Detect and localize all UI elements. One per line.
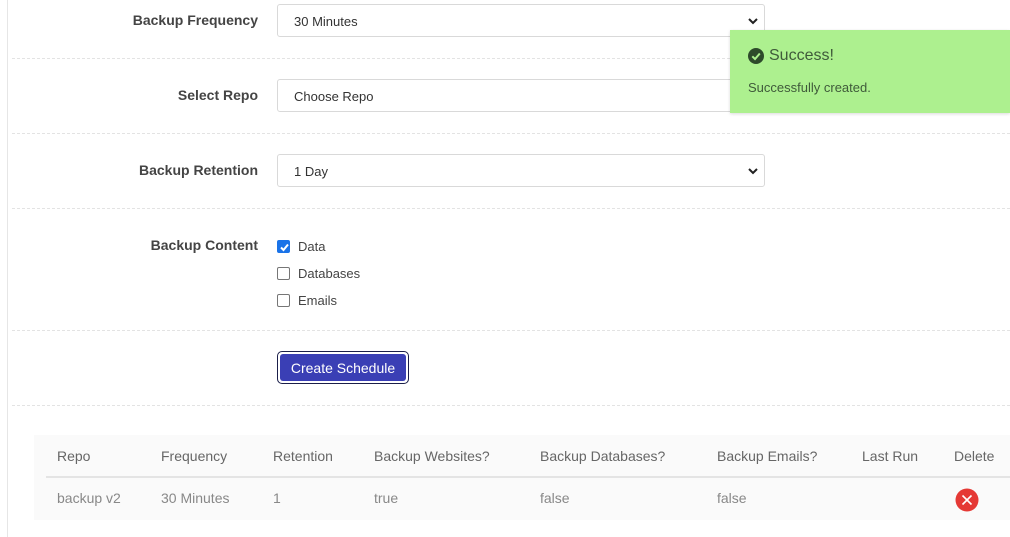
check-circle-icon (748, 48, 764, 64)
left-border (7, 0, 8, 537)
header-backup-websites: Backup Websites? (374, 448, 490, 464)
checkbox-emails[interactable]: Emails (277, 291, 337, 309)
header-backup-databases: Backup Databases? (540, 448, 666, 464)
chevron-down-icon (748, 18, 758, 25)
frequency-label: Backup Frequency (132, 12, 258, 28)
content-row: Backup Content Data Databases Emails (12, 209, 1010, 331)
retention-row: Backup Retention 1 Day (12, 134, 1010, 209)
header-repo: Repo (57, 448, 91, 464)
header-retention: Retention (273, 448, 333, 464)
cell-frequency: 30 Minutes (161, 490, 230, 506)
header-delete: Delete (954, 448, 995, 464)
checkbox-data[interactable]: Data (277, 237, 325, 255)
toast-title-text: Success! (769, 47, 834, 64)
checkbox-checked-icon[interactable] (277, 239, 290, 253)
header-frequency: Frequency (161, 448, 228, 464)
table-divider (46, 476, 1010, 478)
chevron-down-icon (748, 168, 758, 175)
checkbox-databases-label: Databases (298, 265, 361, 281)
frequency-select-value: 30 Minutes (294, 14, 358, 29)
toast-message: Successfully created. (748, 80, 871, 95)
retention-select[interactable]: 1 Day (277, 154, 765, 187)
frequency-select[interactable]: 30 Minutes (277, 4, 765, 37)
cell-backup-emails: false (717, 490, 747, 506)
content-label: Backup Content (150, 237, 258, 253)
retention-select-value: 1 Day (294, 164, 328, 179)
submit-row (12, 331, 1010, 406)
retention-label: Backup Retention (138, 162, 258, 178)
checkbox-unchecked-icon[interactable] (277, 293, 290, 307)
backup-schedule-page: Backup Frequency 30 Minutes Select Repo … (0, 0, 1010, 537)
checkbox-databases[interactable]: Databases (277, 264, 360, 282)
checkbox-data-label: Data (298, 238, 326, 254)
cell-backup-websites: true (374, 490, 399, 506)
checkbox-emails-label: Emails (298, 292, 338, 308)
cell-backup-databases: false (540, 490, 570, 506)
delete-icon[interactable] (955, 488, 979, 512)
repo-select[interactable]: Choose Repo (277, 79, 765, 112)
checkbox-unchecked-icon[interactable] (277, 266, 290, 280)
header-backup-emails: Backup Emails? (717, 448, 818, 464)
success-toast[interactable]: Success! Successfully created. (730, 30, 1010, 113)
header-last-run: Last Run (862, 448, 919, 464)
cell-repo: backup v2 (57, 490, 121, 506)
create-schedule-button[interactable]: Create Schedule (277, 351, 409, 384)
create-schedule-button-label: Create Schedule (280, 354, 406, 381)
repo-select-value: Choose Repo (294, 89, 374, 104)
repo-label: Select Repo (177, 87, 258, 103)
schedules-table: Repo Frequency Retention Backup Websites… (34, 435, 1010, 520)
cell-retention: 1 (273, 490, 281, 506)
toast-title: Success! (748, 47, 834, 65)
